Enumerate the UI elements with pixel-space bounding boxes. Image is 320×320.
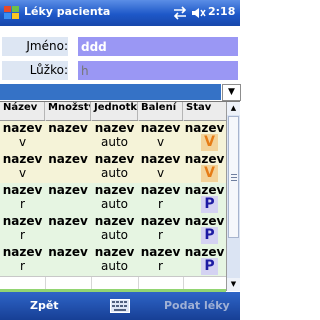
cell-nazev: nazev r <box>2 183 43 211</box>
status-badge-p: P <box>201 196 218 213</box>
cell-nazev: nazev v <box>2 152 43 180</box>
cell-baleni: nazev v <box>140 121 181 149</box>
administer-medication-button[interactable]: Podat léky <box>164 299 230 312</box>
table-row[interactable]: nazev r nazev nazev auto nazev r nazev P <box>0 183 226 215</box>
table-row[interactable]: nazev r nazev nazev auto nazev r nazev P <box>0 214 226 246</box>
cell-baleni: nazev v <box>140 152 181 180</box>
cell-nazev: nazev v <box>2 121 43 149</box>
dropdown-field[interactable] <box>0 84 221 100</box>
column-header-baleni[interactable]: Balení <box>138 102 183 120</box>
cell-jednotka: nazev auto <box>94 245 135 273</box>
window-title: Léky pacienta <box>24 5 111 18</box>
cell-jednotka: nazev auto <box>94 183 135 211</box>
cell-nazev: nazev r <box>2 214 43 242</box>
table-row[interactable]: nazev v nazev nazev auto nazev v nazev V <box>0 121 226 153</box>
name-label: Jméno: <box>2 37 68 56</box>
cell-jednotka: nazev auto <box>94 121 135 149</box>
cell-nazev: nazev r <box>2 245 43 273</box>
scroll-up-icon[interactable]: ▲ <box>227 102 240 115</box>
back-button[interactable]: Zpět <box>30 299 59 312</box>
status-badge-p: P <box>201 227 218 244</box>
bed-label: Lůžko: <box>2 61 68 80</box>
cell-jednotka: nazev auto <box>94 214 135 242</box>
column-header-jednotka[interactable]: Jednotk <box>91 102 138 120</box>
table-row[interactable]: nazev v nazev nazev auto nazev v nazev V <box>0 152 226 184</box>
status-badge-v: V <box>201 165 218 182</box>
cell-baleni: nazev r <box>140 214 181 242</box>
name-input[interactable] <box>78 37 238 56</box>
medication-grid: Název Množstv Jednotk Balení Stav nazev v… <box>0 101 240 292</box>
table-row[interactable]: nazev r nazev nazev auto nazev r nazev P <box>0 245 226 277</box>
column-header-nazev[interactable]: Název <box>0 102 45 120</box>
filter-dropdown[interactable]: ▼ <box>0 84 241 101</box>
status-badge-p: P <box>201 258 218 275</box>
cell-mnozstvi: nazev <box>48 121 88 135</box>
cell-baleni: nazev r <box>140 183 181 211</box>
cell-mnozstvi: nazev <box>48 214 88 228</box>
cell-jednotka: nazev auto <box>94 152 135 180</box>
volume-icon[interactable] <box>190 6 206 20</box>
cell-mnozstvi: nazev <box>48 152 88 166</box>
scroll-down-icon[interactable]: ▼ <box>227 278 240 291</box>
column-header-mnozstvi[interactable]: Množstv <box>45 102 91 120</box>
keyboard-icon[interactable] <box>110 299 130 313</box>
cell-baleni: nazev r <box>140 245 181 273</box>
connectivity-icon[interactable] <box>172 6 188 20</box>
cell-mnozstvi: nazev <box>48 245 88 259</box>
patient-form: Jméno: Lůžko: <box>0 26 240 84</box>
title-bar: Léky pacienta 2:18 <box>0 0 240 26</box>
windows-start-icon[interactable] <box>3 4 21 22</box>
scroll-thumb[interactable] <box>228 116 239 238</box>
clock[interactable]: 2:18 <box>208 5 235 18</box>
status-badge-v: V <box>201 134 218 151</box>
chevron-down-icon[interactable]: ▼ <box>222 84 241 101</box>
cell-mnozstvi: nazev <box>48 183 88 197</box>
column-header-stav[interactable]: Stav <box>183 102 226 120</box>
softkey-bar: Zpět Podat léky <box>0 292 240 320</box>
bed-input[interactable] <box>78 61 238 80</box>
grid-header: Název Množstv Jednotk Balení Stav <box>0 102 226 121</box>
vertical-scrollbar[interactable]: ▲ ▼ <box>226 102 240 291</box>
